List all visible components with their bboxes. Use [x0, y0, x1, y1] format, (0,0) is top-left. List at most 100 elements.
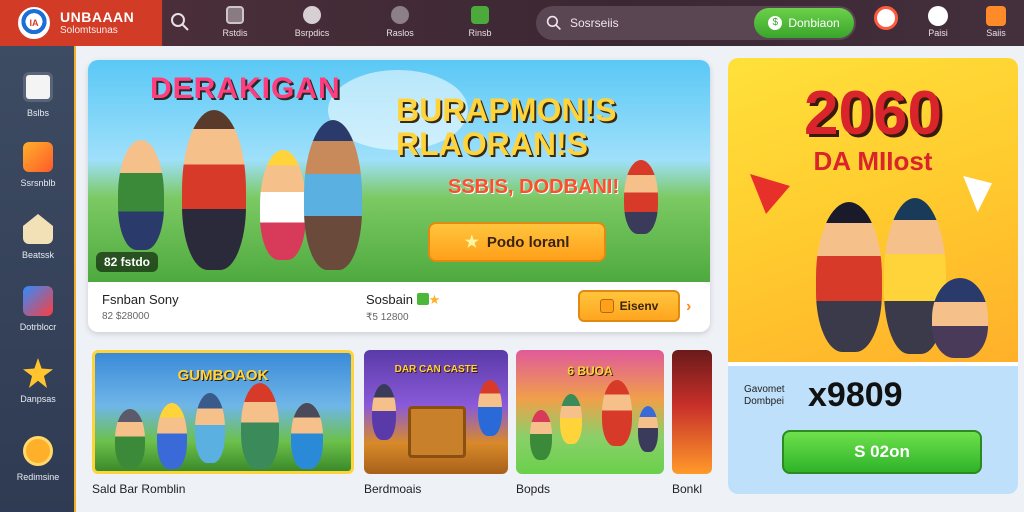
- top-bar: IA UNBAAAN Solomtsunas Rstdis Bsrpdics R…: [0, 0, 1024, 46]
- promo-subtitle: DA MIIost: [813, 146, 933, 176]
- character-illustration: [304, 120, 362, 270]
- game-card[interactable]: Bonkl: [672, 350, 712, 498]
- promo-label: Gavomet Dombpei: [744, 384, 785, 407]
- game-card[interactable]: 6 BUOA Bopds: [516, 350, 664, 498]
- topnav-item-3[interactable]: Raslos: [370, 6, 430, 38]
- hero-badge: 82 fstdo: [96, 252, 159, 272]
- hero-subtitle: SSBIS, DODBANI!: [448, 176, 620, 198]
- star-icon: ★: [464, 234, 479, 251]
- topnav-item-4[interactable]: Rinsb: [450, 6, 510, 38]
- game-card-image: DAR CAN CASTE: [364, 350, 508, 474]
- topnav-item-1[interactable]: Rstdis: [205, 6, 265, 38]
- chevron-right-icon[interactable]: ›: [686, 298, 691, 316]
- list-icon: [23, 72, 53, 102]
- hero-cta-label: Podo loranl: [486, 233, 570, 251]
- sidebar-item-label: Redimsine: [16, 472, 60, 482]
- character-illustration: [118, 140, 164, 250]
- sidebar-item-label: Ssrsnblb: [20, 178, 56, 188]
- game-card-title: Bopds: [516, 482, 551, 496]
- promo-number: 2060: [804, 79, 942, 148]
- sidebar-item-2[interactable]: Ssrsnblb: [0, 142, 76, 188]
- promo-info: Gavomet Dombpei x9809 S 02on: [728, 366, 1018, 494]
- promo-artwork: 2060 DA MIIost: [728, 58, 1018, 362]
- game-card[interactable]: DAR CAN CASTE Berdmoais: [364, 350, 508, 498]
- character-illustration: [932, 278, 988, 358]
- footer-title-text: Sosbain: [366, 292, 413, 307]
- brand-subtitle: Solomtsunas: [60, 25, 118, 36]
- hero-footer-button[interactable]: Eisenv: [578, 290, 680, 322]
- profile-button[interactable]: [866, 6, 906, 32]
- character-illustration: [260, 150, 306, 260]
- sidebar-item-label: Danpsas: [20, 394, 56, 404]
- download-button[interactable]: $ Donbiaon: [754, 8, 854, 38]
- topnav-label: Raslos: [386, 28, 414, 38]
- gamepad-icon: [226, 6, 244, 24]
- top-right-item-2[interactable]: Paisi: [918, 6, 958, 38]
- sidebar-item-5[interactable]: Danpsas: [0, 358, 76, 404]
- search-input[interactable]: [570, 16, 750, 30]
- character-illustration: [816, 202, 882, 352]
- sidebar-item-3[interactable]: Beatssk: [0, 214, 76, 260]
- search-icon[interactable]: [170, 12, 190, 32]
- hero-title-line: RLAORAN!S: [396, 125, 588, 162]
- footer-title: Fsnban Sony: [102, 292, 179, 307]
- game-card[interactable]: GUMBOAOK Sald Bar Romblin: [92, 350, 354, 498]
- hero-title: BURAPMON!S RLAORAN!S: [396, 92, 617, 162]
- sidebar-item-1[interactable]: Bslbs: [0, 72, 76, 118]
- hero-footer: Fsnban Sony 82 $28000 Sosbain ★ ₹5 12800…: [88, 282, 710, 332]
- search-icon: [546, 15, 561, 30]
- star-icon: ★: [428, 292, 441, 307]
- promo-amount: x9809: [808, 376, 903, 414]
- avatar-icon: [874, 6, 898, 30]
- trophy-icon: [23, 436, 53, 466]
- brand[interactable]: IA UNBAAAN Solomtsunas: [0, 0, 162, 46]
- character-illustration: [624, 160, 658, 234]
- hero-footer-button-label: Eisenv: [619, 299, 659, 313]
- hero-tag: DERAKIGAN: [150, 72, 341, 105]
- hand-icon: [599, 299, 614, 313]
- hero-artwork: DERAKIGAN BURAPMON!S RLAORAN!S SSBIS, DO…: [88, 60, 710, 282]
- download-button-label: Donbiaon: [788, 16, 840, 30]
- gift-icon: [303, 6, 321, 24]
- hero-banner[interactable]: DERAKIGAN BURAPMON!S RLAORAN!S SSBIS, DO…: [88, 60, 710, 332]
- box-icon: [23, 142, 53, 172]
- download-icon: $: [768, 16, 783, 30]
- top-right-label: Saiis: [986, 28, 1006, 38]
- sidebar-item-4[interactable]: Dotrblocr: [0, 286, 76, 332]
- cube-icon: [23, 286, 53, 316]
- topnav-label: Rinsb: [468, 28, 492, 38]
- top-right-label: Paisi: [928, 28, 948, 38]
- game-card-art-label: GUMBOAOK: [177, 367, 269, 384]
- footer-subtitle: 82 $28000: [102, 311, 150, 322]
- house-icon: [23, 214, 53, 244]
- search-bar: $ Donbiaon: [536, 6, 856, 40]
- game-card-image: GUMBOAOK: [92, 350, 354, 474]
- topnav-label: Bsrpdics: [294, 28, 330, 38]
- sidebar-item-6[interactable]: Redimsine: [0, 436, 76, 482]
- shop-icon: [986, 6, 1006, 26]
- promo-panel: 2060 DA MIIost Gavomet Dombpei x9809 S 0…: [728, 58, 1018, 494]
- character-illustration: [182, 110, 246, 270]
- sidebar-item-label: Beatssk: [21, 250, 54, 260]
- game-card-title: Berdmoais: [364, 482, 422, 496]
- verified-icon: [416, 293, 429, 305]
- sidebar-item-label: Bslbs: [26, 108, 49, 118]
- brand-logo: IA: [18, 7, 50, 39]
- game-card-title: Sald Bar Romblin: [92, 482, 186, 496]
- rewards-icon: [928, 6, 948, 26]
- hero-play-button[interactable]: ★ Podo loranl: [428, 222, 606, 262]
- puzzle-icon: [391, 6, 409, 24]
- game-card-image: [672, 350, 712, 474]
- joystick-icon: [471, 6, 489, 24]
- topnav-item-2[interactable]: Bsrpdics: [282, 6, 342, 38]
- game-card-art-label: 6 BUOA: [567, 364, 613, 378]
- star-icon: [23, 358, 53, 388]
- sidebar-item-label: Dotrblocr: [19, 322, 57, 332]
- top-right-item-3[interactable]: Saiis: [976, 6, 1016, 38]
- game-card-art-label: DAR CAN CASTE: [394, 364, 478, 375]
- brand-logo-text: IA: [29, 18, 39, 28]
- hero-title-line: BURAPMON!S: [396, 92, 617, 128]
- sidebar: Bslbs Ssrsnblb Beatssk Dotrblocr Danpsas…: [0, 46, 76, 512]
- promo-claim-button[interactable]: S 02on: [782, 430, 982, 474]
- game-card-image: 6 BUOA: [516, 350, 664, 474]
